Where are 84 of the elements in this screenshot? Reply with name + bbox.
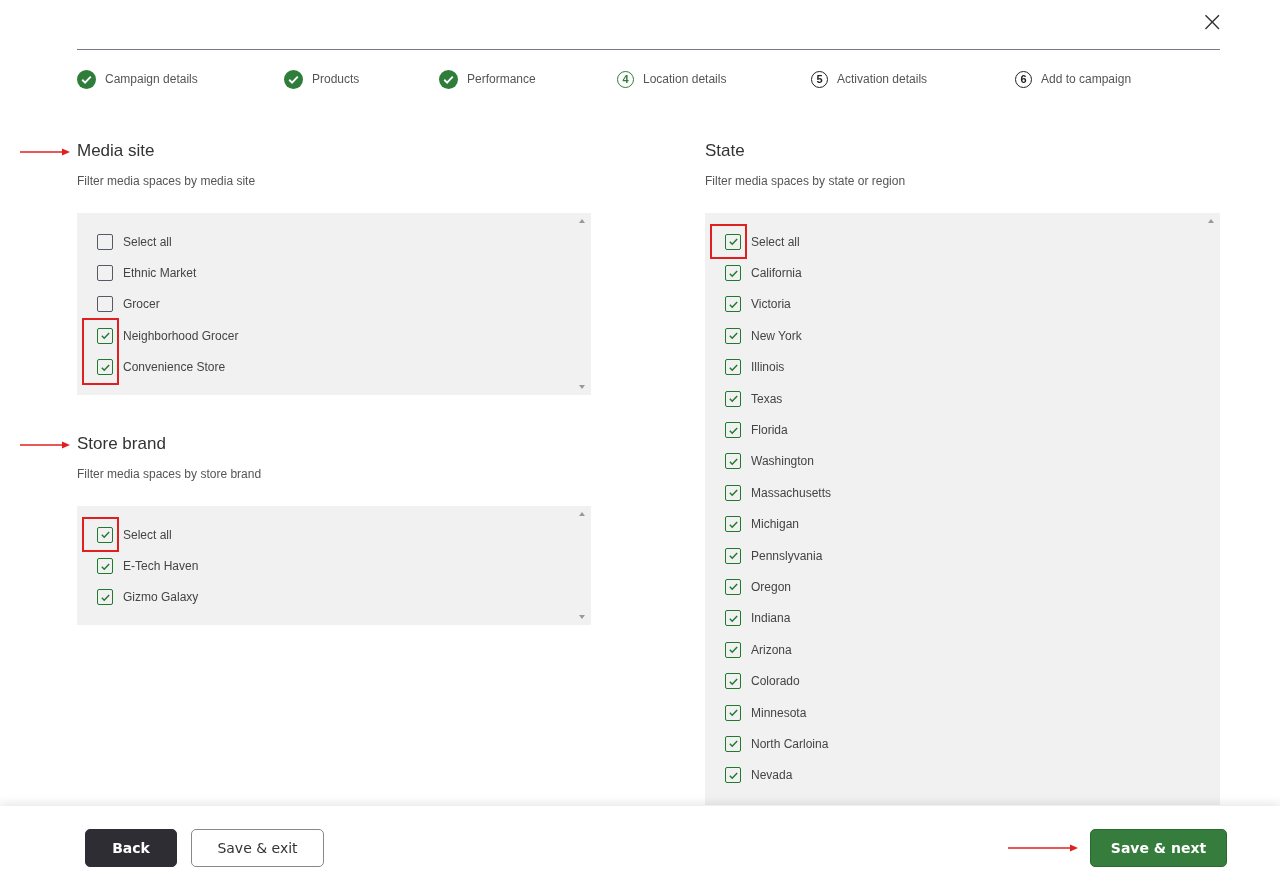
checkbox-label[interactable]: Texas [751,391,783,406]
checkbox-label[interactable]: Convenience Store [123,360,226,375]
checkbox[interactable] [725,516,741,533]
checkbox[interactable] [725,735,741,752]
step-label[interactable]: Location details [643,72,727,86]
checkbox-label[interactable]: Minnesota [751,705,807,720]
check-icon [99,529,111,541]
checkbox[interactable] [725,641,741,658]
check-icon [727,738,739,750]
checkbox[interactable] [725,484,741,501]
checkbox-label[interactable]: Indiana [751,611,791,626]
check-icon [727,550,739,562]
checkbox[interactable] [725,547,741,564]
close-button[interactable]: × [1196,8,1228,36]
checkbox-label[interactable]: Washington [751,454,814,469]
checkbox[interactable] [725,610,741,627]
check-icon [727,581,739,593]
check-icon [727,236,739,248]
checkbox-label[interactable]: Michigan [751,517,800,532]
section-subtitle: Filter media spaces by media site [77,174,257,188]
checkbox-label[interactable]: Select all [751,234,800,249]
checkbox[interactable] [725,327,741,344]
checkbox-label[interactable]: Florida [751,423,788,438]
checkbox[interactable] [725,767,741,784]
checkbox[interactable] [725,704,741,721]
checkbox-label[interactable]: Ethnic Market [123,266,197,281]
checkbox[interactable] [725,233,741,250]
checkbox[interactable] [97,558,113,575]
scroll-up-icon[interactable] [1208,219,1214,223]
checkbox-label[interactable]: E-Tech Haven [123,559,199,574]
checkbox[interactable] [97,233,113,250]
step-label[interactable]: Products [312,72,360,86]
save-next-button[interactable]: Save & next [1090,829,1227,867]
check-icon [727,330,739,342]
checkbox[interactable] [725,359,741,376]
save-exit-button[interactable]: Save & exit [191,829,324,867]
check-icon [727,644,739,656]
checkbox-label[interactable]: Colorado [751,674,800,689]
checkbox-label[interactable]: Victoria [751,297,791,312]
step-label[interactable]: Campaign details [105,72,198,86]
check-icon [99,330,111,342]
step-label[interactable]: Add to campaign [1041,72,1132,86]
checkbox[interactable] [97,327,113,344]
checkbox-label[interactable]: North Carloina [751,736,829,751]
checkbox[interactable] [725,390,741,407]
checkbox[interactable] [725,579,741,595]
checkbox[interactable] [725,453,741,470]
checkbox[interactable] [97,359,113,376]
checkbox[interactable] [725,265,741,282]
checkbox-label[interactable]: Select all [123,234,172,249]
section-title: Store brand [77,432,167,455]
section-subtitle: Filter media spaces by store brand [77,466,263,481]
checkbox[interactable] [725,422,741,439]
checkbox-label[interactable]: Illinois [751,360,785,375]
scroll-up-icon[interactable] [579,219,585,223]
checkbox-label[interactable]: Oregon [751,580,792,594]
scroll-down-icon[interactable] [579,384,585,389]
checkbox-label[interactable]: New York [751,328,802,343]
checkbox-label[interactable]: Pennslyvania [751,548,823,563]
checkbox-label[interactable]: Nevada [751,768,793,783]
checkbox-label[interactable]: Select all [123,527,172,542]
section-title: State [705,140,746,162]
checkbox[interactable] [97,526,113,543]
checkbox-label[interactable]: Arizona [751,642,792,657]
checkbox-label[interactable]: Grocer [123,297,160,312]
check-icon [727,487,739,499]
checkbox[interactable] [97,265,113,282]
checkbox[interactable] [97,296,113,313]
scroll-down-icon[interactable] [579,615,585,620]
checkbox[interactable] [725,296,741,313]
step-label[interactable]: Performance [467,72,536,86]
checkbox-label[interactable]: Massachusetts [751,485,832,500]
section-subtitle: Filter media spaces by state or region [705,174,907,188]
check-icon [727,707,739,719]
checkbox-label[interactable]: Gizmo Galaxy [123,590,199,605]
back-button[interactable]: Back [85,829,177,867]
scroll-up-icon[interactable] [579,511,585,516]
section-title: Media site [77,140,156,162]
checkbox[interactable] [725,673,741,690]
checkbox[interactable] [97,589,113,606]
checkbox-label[interactable]: Neighborhood Grocer [123,328,239,343]
check-icon [727,393,739,405]
checkbox-label[interactable]: California [751,266,802,281]
step-label[interactable]: Activation details [837,72,928,86]
